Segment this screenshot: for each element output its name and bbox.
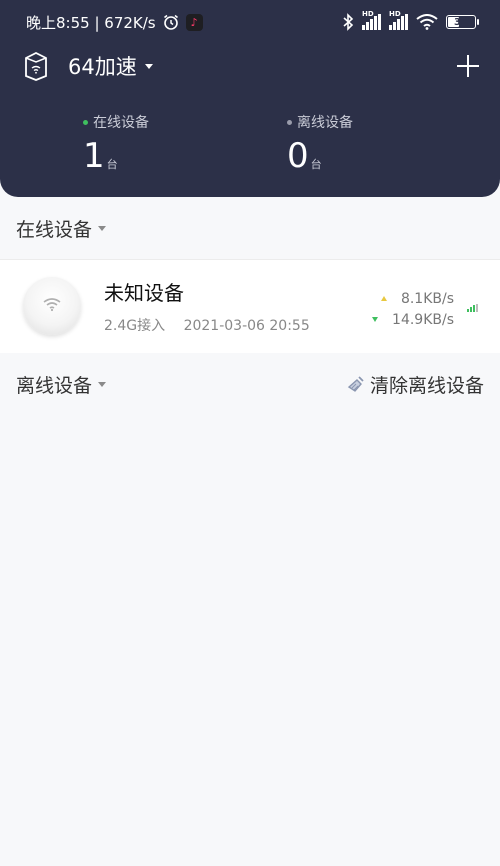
device-speeds: 8.1KB/s 14.9KB/s [372, 288, 454, 330]
signal-strength-icon [467, 304, 478, 312]
offline-section-title[interactable]: 离线设备 [16, 371, 92, 398]
online-stat-label: 在线设备 [93, 115, 149, 131]
router-icon [22, 50, 50, 82]
download-arrow-icon [372, 317, 379, 322]
alarm-icon [162, 13, 180, 31]
device-avatar [23, 277, 81, 335]
download-speed: 14.9KB/s [392, 311, 454, 328]
device-meta: 2.4G接入 2021-03-06 20:55 [104, 315, 310, 335]
online-count: 1 [83, 136, 105, 176]
battery-level: 39 [454, 16, 468, 28]
device-band: 2.4G接入 [104, 318, 166, 334]
online-stat[interactable]: 在线设备 1 台 [83, 112, 149, 174]
wifi-icon [42, 296, 62, 316]
offline-unit: 台 [310, 158, 322, 171]
upload-speed: 8.1KB/s [400, 290, 454, 307]
online-section-title: 在线设备 [16, 218, 93, 241]
battery-icon: 39 [446, 15, 479, 29]
offline-stat[interactable]: 离线设备 0 台 [287, 112, 353, 174]
device-name: 未知设备 [104, 281, 184, 305]
add-button[interactable] [456, 54, 480, 78]
status-bar: 晚上8:55 | 672K/s ♪ HD HD 39 [0, 0, 500, 44]
offline-dot-icon [287, 119, 292, 125]
online-unit: 台 [106, 158, 118, 171]
broom-icon [346, 374, 366, 394]
online-dot-icon [83, 119, 88, 125]
router-selector[interactable]: 64加速 [22, 48, 153, 84]
router-name: 64加速 [68, 55, 137, 79]
offline-stat-label: 离线设备 [297, 115, 353, 131]
cell-signal-icon-2: HD [389, 10, 408, 30]
clear-offline-button[interactable]: 清除离线设备 [346, 371, 484, 398]
chevron-down-icon [144, 63, 153, 69]
offline-count: 0 [287, 136, 309, 176]
clear-offline-label: 清除离线设备 [369, 374, 484, 397]
online-section-toggle[interactable]: 在线设备 [0, 208, 500, 248]
offline-section-header: 离线设备 清除离线设备 [0, 364, 500, 404]
device-connected-time: 2021-03-06 20:55 [183, 318, 310, 334]
cell-signal-icon-1: HD [362, 10, 381, 30]
device-row[interactable]: 未知设备 2.4G接入 2021-03-06 20:55 8.1KB/s 14.… [0, 259, 500, 353]
tiktok-icon: ♪ [185, 13, 203, 31]
hd-label-1: HD [362, 10, 374, 18]
chevron-down-icon[interactable] [98, 381, 107, 387]
chevron-down-icon [98, 225, 107, 231]
status-time-speed: 晚上8:55 | 672K/s [26, 13, 156, 32]
bluetooth-icon [342, 13, 354, 31]
wifi-icon [416, 14, 438, 30]
header-panel: 晚上8:55 | 672K/s ♪ HD HD 39 64加速 在线设备 1 台… [0, 0, 500, 197]
upload-arrow-icon [380, 296, 387, 301]
hd-label-2: HD [389, 10, 401, 18]
